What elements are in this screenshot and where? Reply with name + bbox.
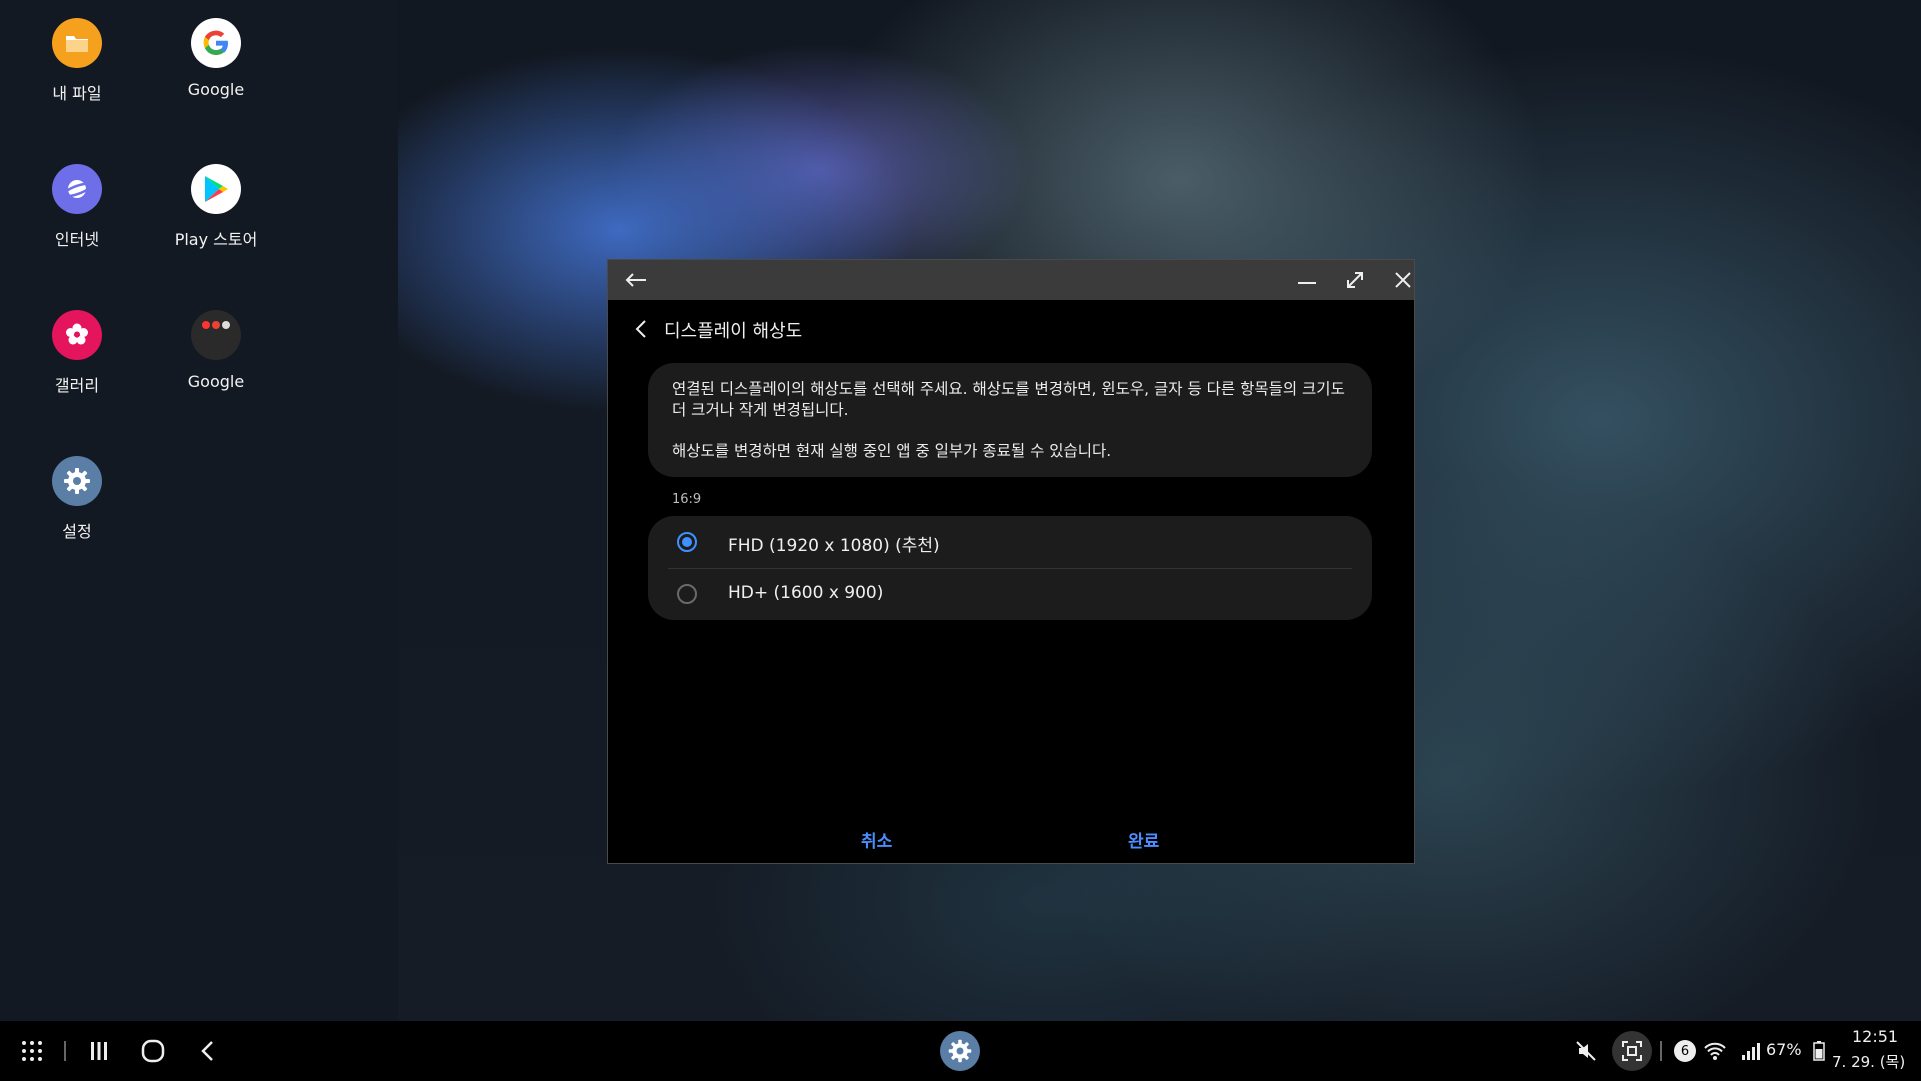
battery-percent: 67% [1766,1040,1802,1059]
play-store-icon [191,164,241,214]
page-back-button[interactable] [630,317,654,341]
desktop-icon-label: Play 스토어 [174,230,258,249]
wifi-icon [1704,1042,1726,1060]
done-button[interactable]: 완료 [1128,827,1159,852]
close-icon [1395,272,1411,288]
taskbar: 6 67% 12:51 7. 29. (목) [0,1021,1921,1081]
mute-status[interactable] [1574,1039,1598,1063]
home-icon [141,1039,165,1063]
option-hd-plus[interactable]: HD+ (1600 x 900) [648,568,1372,620]
page-header: 디스플레이 해상도 [608,300,1414,358]
radio-selected[interactable] [677,532,697,552]
window-titlebar[interactable] [608,260,1414,300]
google-folder-icon [191,310,241,360]
back-icon [201,1041,213,1061]
cancel-button[interactable]: 취소 [861,827,892,852]
minimize-icon [1298,282,1316,284]
aspect-ratio-label: 16:9 [672,492,702,507]
clock-date: 7. 29. (목) [1832,1053,1906,1071]
desktop-icon-label: Google [187,372,245,391]
clock-time: 12:51 [1852,1027,1899,1046]
desktop-icon-my-files[interactable]: 내 파일 [12,18,142,104]
recents-button[interactable] [85,1039,113,1063]
window-close-button[interactable] [1383,260,1423,300]
desktop-icon-label: 갤러리 [54,376,100,395]
mute-icon [1576,1041,1596,1061]
gallery-flower-icon [52,310,102,360]
radio-unselected[interactable] [677,584,697,604]
folder-icon [52,18,102,68]
info-card: 연결된 디스플레이의 해상도를 선택해 주세요. 해상도를 변경하면, 윈도우,… [648,363,1372,477]
window-minimize-button[interactable] [1287,260,1327,300]
info-warning: 해상도를 변경하면 현재 실행 중인 앱 중 일부가 종료될 수 있습니다. [672,442,1112,460]
apps-grid-button[interactable] [18,1039,46,1063]
page-title: 디스플레이 해상도 [664,321,803,342]
screen-capture-button[interactable] [1612,1031,1652,1071]
option-label: FHD (1920 x 1080) (추천) [728,536,940,556]
battery-status [1812,1039,1826,1063]
nav-back-button[interactable] [194,1037,222,1065]
option-fhd[interactable]: FHD (1920 x 1080) (추천) [648,516,1372,568]
window-maximize-button[interactable] [1335,260,1375,300]
home-button[interactable] [138,1037,168,1065]
desktop-icon-label: 내 파일 [52,84,102,103]
maximize-icon [1347,272,1363,288]
desktop-icon-label: 인터넷 [54,230,100,249]
wifi-status [1702,1039,1728,1063]
display-resolution-window: 디스플레이 해상도 연결된 디스플레이의 해상도를 선택해 주세요. 해상도를 … [607,259,1415,864]
desktop-icon-google-folder[interactable]: Google [151,310,281,391]
screen-capture-icon [1622,1041,1642,1061]
settings-gear-icon [52,456,102,506]
desktop-icon-label: Google [187,80,245,99]
running-app-settings[interactable] [940,1031,980,1071]
desktop-icon-label: 설정 [62,522,92,541]
google-icon [191,18,241,68]
desktop-icon-google[interactable]: Google [151,18,281,99]
apps-grid-icon [22,1041,42,1061]
taskbar-separator [64,1041,66,1061]
option-label: HD+ (1600 x 900) [728,583,884,603]
desktop-icon-internet[interactable]: 인터넷 [12,164,142,250]
taskbar-separator [1660,1041,1662,1061]
chevron-left-icon [635,320,646,338]
notification-badge[interactable]: 6 [1674,1040,1696,1062]
internet-planet-icon [52,164,102,214]
battery-icon [1813,1041,1825,1061]
signal-status [1740,1039,1762,1063]
signal-icon [1742,1043,1760,1060]
info-description: 연결된 디스플레이의 해상도를 선택해 주세요. 해상도를 변경하면, 윈도우,… [672,380,1345,419]
desktop-icon-gallery[interactable]: 갤러리 [12,310,142,396]
desktop-icon-settings[interactable]: 설정 [12,456,142,542]
window-back-button[interactable] [616,260,656,300]
desktop-icon-play-store[interactable]: Play 스토어 [151,164,281,250]
recents-icon [91,1042,107,1060]
arrow-left-icon [625,273,646,287]
settings-gear-icon [948,1039,972,1063]
resolution-options: FHD (1920 x 1080) (추천) HD+ (1600 x 900) [648,516,1372,620]
